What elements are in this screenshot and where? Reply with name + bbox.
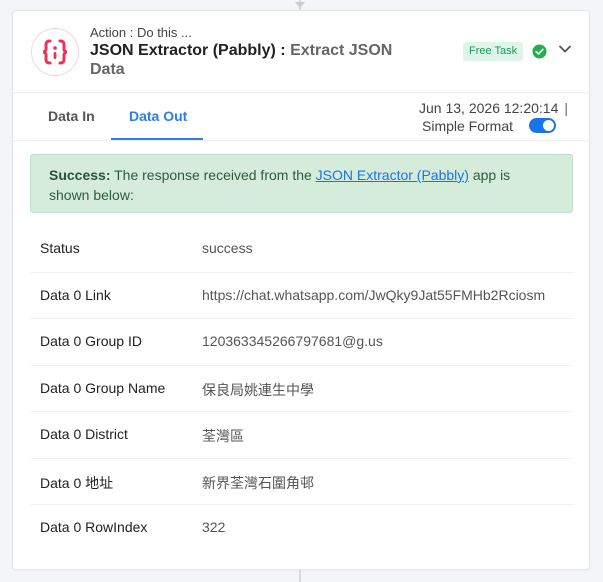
row-key: Data 0 Group Name bbox=[40, 379, 166, 396]
check-circle-icon bbox=[532, 44, 547, 59]
table-row: Data 0 地址 新界荃灣石圍角邨 bbox=[30, 459, 573, 505]
row-value: 新界荃灣石圍角邨 bbox=[202, 474, 314, 491]
row-key: Data 0 District bbox=[40, 426, 128, 442]
row-key: Data 0 RowIndex bbox=[40, 519, 148, 535]
tab-data-in[interactable]: Data In bbox=[48, 108, 95, 124]
tab-data-out[interactable]: Data Out bbox=[129, 108, 187, 124]
timestamp: Jun 13, 2026 12:20:14 bbox=[419, 100, 559, 116]
alert-text-before: The response received from the bbox=[110, 167, 316, 183]
row-key: Data 0 地址 bbox=[40, 474, 114, 491]
row-value: 120363345266797681@g.us bbox=[202, 333, 383, 349]
table-row: Status success bbox=[30, 226, 573, 273]
success-alert: Success: The response received from the … bbox=[30, 154, 573, 213]
row-value: https://chat.whatsapp.com/JwQky9Jat55FMH… bbox=[202, 286, 546, 303]
row-value: 荃灣區 bbox=[202, 428, 244, 444]
response-table: Status success Data 0 Link https://chat.… bbox=[30, 226, 573, 552]
table-row: Data 0 Group ID 120363345266797681@g.us bbox=[30, 319, 573, 366]
row-value: 保良局姚連生中學 bbox=[202, 381, 314, 398]
alert-strong: Success: bbox=[49, 167, 111, 183]
row-key: Data 0 Link bbox=[40, 286, 111, 303]
toggle-knob bbox=[543, 120, 554, 131]
json-braces-icon bbox=[31, 28, 79, 76]
flow-arrow-icon bbox=[295, 2, 305, 8]
timestamp-area: Jun 13, 2026 12:20:14 | bbox=[419, 100, 568, 116]
app-name: JSON Extractor (Pabbly) : bbox=[90, 42, 286, 59]
app-link[interactable]: JSON Extractor (Pabbly) bbox=[316, 167, 469, 183]
tabs-bar: Data In Data Out Jun 13, 2026 12:20:14 | … bbox=[13, 93, 589, 141]
simple-format-toggle[interactable] bbox=[529, 118, 556, 133]
chevron-down-icon[interactable] bbox=[558, 42, 572, 56]
table-row: Data 0 District 荃灣區 bbox=[30, 412, 573, 459]
step-card: Action : Do this ... JSON Extractor (Pab… bbox=[12, 10, 590, 570]
flow-connector-bottom bbox=[299, 570, 301, 582]
active-tab-indicator bbox=[111, 138, 203, 140]
row-key: Status bbox=[40, 240, 80, 256]
table-row: Data 0 Link https://chat.whatsapp.com/Jw… bbox=[30, 273, 573, 319]
row-key: Data 0 Group ID bbox=[40, 333, 142, 349]
row-value: success bbox=[202, 240, 253, 256]
free-task-badge: Free Task bbox=[463, 42, 524, 61]
table-row: Data 0 RowIndex 322 bbox=[30, 505, 573, 552]
table-row: Data 0 Group Name 保良局姚連生中學 bbox=[30, 366, 573, 412]
row-value: 322 bbox=[202, 519, 226, 535]
timestamp-separator: | bbox=[564, 100, 568, 116]
step-header[interactable]: Action : Do this ... JSON Extractor (Pab… bbox=[13, 11, 589, 93]
action-label: Action : Do this ... bbox=[90, 25, 192, 40]
step-title: JSON Extractor (Pabbly) : Extract JSON D… bbox=[90, 41, 400, 79]
simple-format-label: Simple Format bbox=[422, 118, 514, 134]
